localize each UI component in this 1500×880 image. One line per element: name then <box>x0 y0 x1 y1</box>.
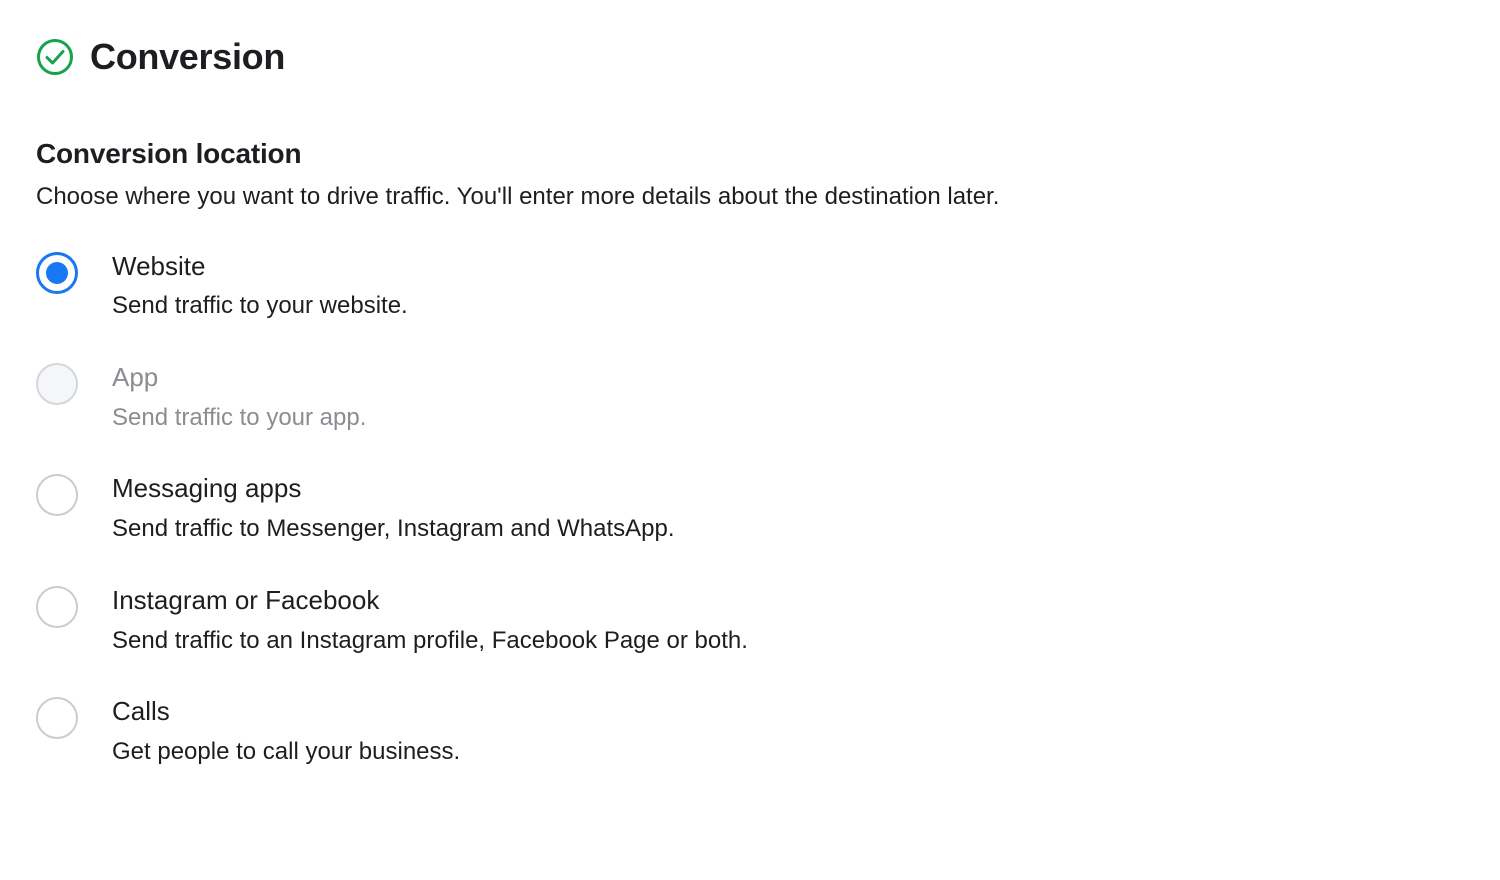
radio-label: Calls <box>112 695 460 729</box>
radio-option-messaging-apps[interactable]: Messaging apps Send traffic to Messenger… <box>36 472 1464 545</box>
section-header: Conversion <box>36 36 1464 78</box>
radio-button[interactable] <box>36 697 78 739</box>
radio-button <box>36 363 78 405</box>
radio-content: App Send traffic to your app. <box>112 361 366 434</box>
radio-content: Calls Get people to call your business. <box>112 695 460 768</box>
radio-label: Messaging apps <box>112 472 675 506</box>
radio-button[interactable] <box>36 252 78 294</box>
radio-option-calls[interactable]: Calls Get people to call your business. <box>36 695 1464 768</box>
subsection-description: Choose where you want to drive traffic. … <box>36 180 1464 214</box>
radio-button[interactable] <box>36 586 78 628</box>
radio-label: Instagram or Facebook <box>112 584 748 618</box>
radio-option-instagram-or-facebook[interactable]: Instagram or Facebook Send traffic to an… <box>36 584 1464 657</box>
section-title: Conversion <box>90 36 285 78</box>
radio-option-website[interactable]: Website Send traffic to your website. <box>36 250 1464 323</box>
radio-button[interactable] <box>36 474 78 516</box>
radio-content: Messaging apps Send traffic to Messenger… <box>112 472 675 545</box>
subsection-title: Conversion location <box>36 138 1464 170</box>
check-circle-icon <box>36 38 74 76</box>
radio-label: Website <box>112 250 408 284</box>
radio-description: Send traffic to an Instagram profile, Fa… <box>112 624 748 658</box>
radio-content: Instagram or Facebook Send traffic to an… <box>112 584 748 657</box>
radio-description: Send traffic to your app. <box>112 401 366 435</box>
radio-option-app: App Send traffic to your app. <box>36 361 1464 434</box>
conversion-location-radio-group: Website Send traffic to your website. Ap… <box>36 250 1464 769</box>
radio-description: Send traffic to Messenger, Instagram and… <box>112 512 675 546</box>
radio-description: Get people to call your business. <box>112 735 460 769</box>
radio-label: App <box>112 361 366 395</box>
radio-description: Send traffic to your website. <box>112 289 408 323</box>
radio-content: Website Send traffic to your website. <box>112 250 408 323</box>
